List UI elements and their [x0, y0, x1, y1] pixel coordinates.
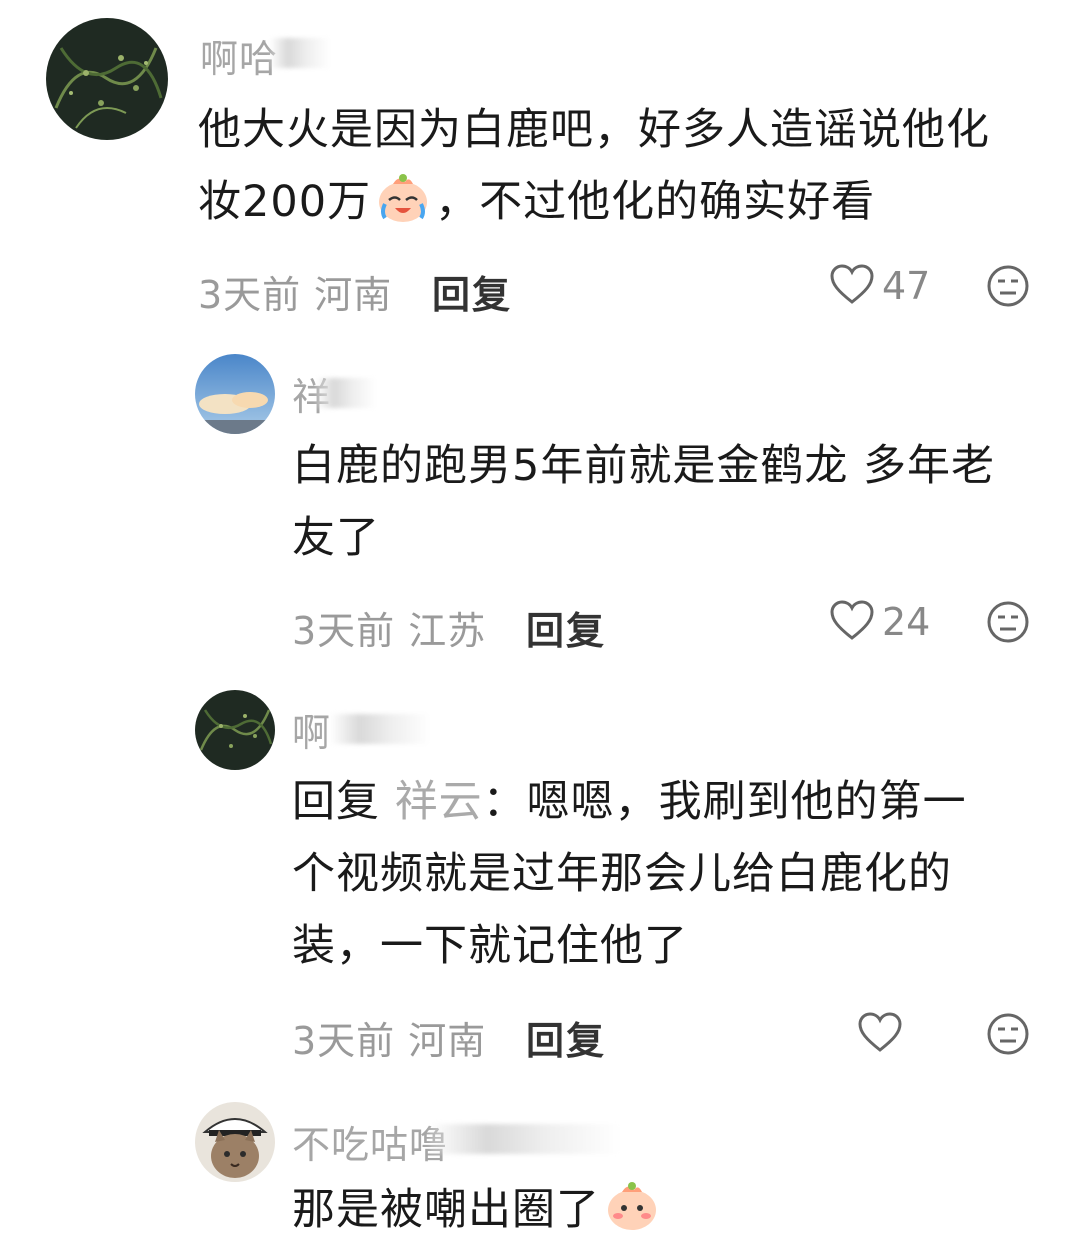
dislike-button[interactable] — [986, 1012, 1030, 1056]
comment-text-segment: ：嗯嗯，我刷到他的第一 — [482, 777, 967, 827]
time: 3天前 — [198, 273, 302, 317]
time: 3天前 — [292, 609, 396, 653]
comment-text-segment: 妆200万 — [198, 177, 372, 227]
neutral-face-icon — [987, 1013, 1029, 1055]
avatar[interactable] — [195, 1102, 275, 1182]
comment-text: 那是被嘲出圈了 — [292, 1174, 1062, 1246]
username-blur — [316, 378, 376, 408]
avatar[interactable] — [195, 354, 275, 434]
location: 江苏 — [408, 609, 487, 653]
like-button[interactable]: 47 — [828, 262, 930, 310]
comment-meta: 3天前 江苏 — [292, 600, 486, 655]
reply-button[interactable]: 回复 — [526, 600, 606, 655]
comment-text: 他大火是因为白鹿吧，好多人造谣说他化 妆200万 ，不过他化的确实好看 — [198, 94, 1058, 238]
comment-text: 白鹿的跑男5年前就是金鹤龙 多年老 友了 — [292, 430, 1062, 574]
comment-text: 回复 祥云：嗯嗯，我刷到他的第一 个视频就是过年那会儿给白鹿化的 装，一下就记住… — [292, 766, 1062, 982]
username-blur — [330, 714, 430, 744]
comment-text-line: 个视频就是过年那会儿给白鹿化的 — [292, 849, 952, 899]
reply-button[interactable]: 回复 — [526, 1010, 606, 1065]
time: 3天前 — [292, 1019, 396, 1063]
dislike-button[interactable] — [986, 264, 1030, 308]
like-button[interactable] — [856, 1010, 904, 1058]
heart-icon — [828, 598, 876, 646]
reply-button[interactable]: 回复 — [432, 264, 512, 319]
dislike-button[interactable] — [986, 600, 1030, 644]
neutral-face-icon — [987, 265, 1029, 307]
like-count: 24 — [882, 600, 931, 644]
like-button[interactable]: 24 — [828, 598, 930, 646]
comment-meta: 3天前 河南 — [292, 1010, 486, 1065]
username[interactable]: 啊 — [292, 702, 331, 757]
comment-text-line: 白鹿的跑男5年前就是金鹤龙 多年老 — [292, 441, 996, 491]
reply-mention[interactable]: 祥云 — [395, 777, 483, 827]
laughing-crying-emoji-icon — [375, 170, 431, 226]
username-blur — [430, 1124, 620, 1154]
neutral-face-icon — [987, 601, 1029, 643]
reply-prefix: 回复 — [292, 777, 380, 827]
comment-text-line: 妆200万 ，不过他化的确实好看 — [198, 166, 1058, 238]
comment-text-segment: 那是被嘲出圈了 — [292, 1185, 600, 1235]
location: 河南 — [314, 273, 393, 317]
embarrassed-emoji-icon — [604, 1178, 660, 1234]
comment-text-line: 那是被嘲出圈了 — [292, 1174, 1062, 1246]
heart-icon — [828, 262, 876, 310]
avatar[interactable] — [195, 690, 275, 770]
comment-text-segment: ，不过他化的确实好看 — [435, 177, 876, 227]
avatar[interactable] — [46, 18, 168, 140]
like-count: 47 — [882, 264, 931, 308]
location: 河南 — [408, 1019, 487, 1063]
comment-text-line: 他大火是因为白鹿吧，好多人造谣说他化 — [198, 105, 990, 155]
comment-meta: 3天前 河南 — [198, 264, 392, 319]
comment-text-line: 友了 — [292, 513, 380, 563]
comment-text-line: 回复 祥云：嗯嗯，我刷到他的第一 — [292, 766, 1062, 838]
username-blur — [270, 38, 330, 68]
heart-icon — [856, 1010, 904, 1058]
comment-text-line: 装，一下就记住他了 — [292, 921, 688, 971]
username[interactable]: 不吃咕噜 — [292, 1114, 448, 1169]
username[interactable]: 啊哈 — [200, 28, 278, 83]
